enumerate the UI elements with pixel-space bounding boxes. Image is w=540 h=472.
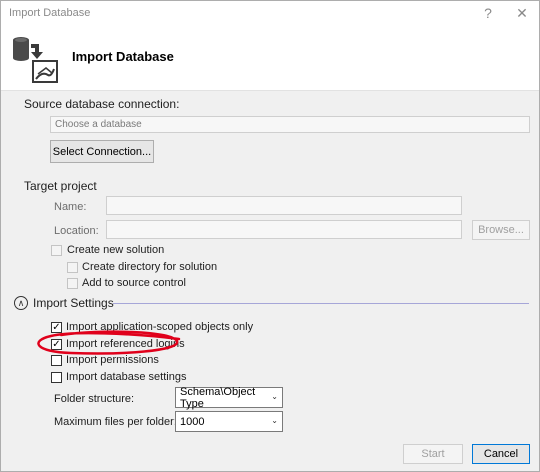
import-database-icon (13, 37, 58, 83)
source-connection-label: Source database connection: (24, 97, 180, 111)
name-field[interactable] (106, 196, 462, 215)
window-title: Import Database (9, 7, 91, 19)
select-connection-button[interactable]: Select Connection... (50, 140, 154, 163)
max-files-label: Maximum files per folder: (54, 416, 177, 428)
import-db-settings-label: Import database settings (66, 371, 187, 383)
chevron-down-icon: ⌄ (271, 392, 278, 401)
title-bar: Import Database ? ✕ (1, 1, 539, 25)
connection-field[interactable]: Choose a database (50, 116, 530, 133)
create-directory-label: Create directory for solution (82, 261, 218, 273)
import-permissions-checkbox[interactable] (51, 355, 62, 366)
max-files-select[interactable]: 1000 ⌄ (175, 411, 283, 432)
import-logins-checkbox[interactable]: ✓ (51, 339, 62, 350)
browse-button[interactable]: Browse... (472, 220, 530, 240)
start-button[interactable]: Start (403, 444, 463, 464)
import-settings-label: Import Settings (33, 296, 114, 310)
target-project-label: Target project (24, 179, 97, 193)
folder-structure-select[interactable]: Schema\Object Type ⌄ (175, 385, 283, 410)
location-label: Location: (54, 225, 99, 237)
source-control-checkbox[interactable] (67, 278, 78, 289)
import-db-settings-checkbox[interactable] (51, 372, 62, 383)
create-solution-label: Create new solution (67, 244, 165, 256)
import-app-scoped-label: Import application-scoped objects only (66, 321, 254, 333)
folder-structure-label: Folder structure: (54, 393, 135, 405)
header-title: Import Database (72, 49, 174, 64)
help-icon[interactable]: ? (473, 3, 503, 23)
close-icon[interactable]: ✕ (507, 3, 537, 23)
create-solution-checkbox[interactable] (51, 245, 62, 256)
folder-structure-value: Schema\Object Type (180, 385, 256, 410)
max-files-value: 1000 (180, 415, 205, 428)
dialog-header: Import Database (1, 25, 539, 91)
import-permissions-label: Import permissions (66, 354, 159, 366)
import-app-scoped-checkbox[interactable]: ✓ (51, 322, 62, 333)
chevron-down-icon: ⌄ (271, 416, 278, 425)
create-directory-checkbox[interactable] (67, 262, 78, 273)
import-logins-label: Import referenced logins (66, 338, 185, 350)
collapse-import-settings-icon[interactable]: ∧ (14, 296, 28, 310)
cancel-button[interactable]: Cancel (472, 444, 530, 464)
location-field[interactable] (106, 220, 462, 239)
import-database-dialog: Import Database ? ✕ Import Database Sour… (0, 0, 540, 472)
source-control-label: Add to source control (82, 277, 186, 289)
name-label: Name: (54, 201, 87, 213)
section-divider (113, 303, 529, 304)
